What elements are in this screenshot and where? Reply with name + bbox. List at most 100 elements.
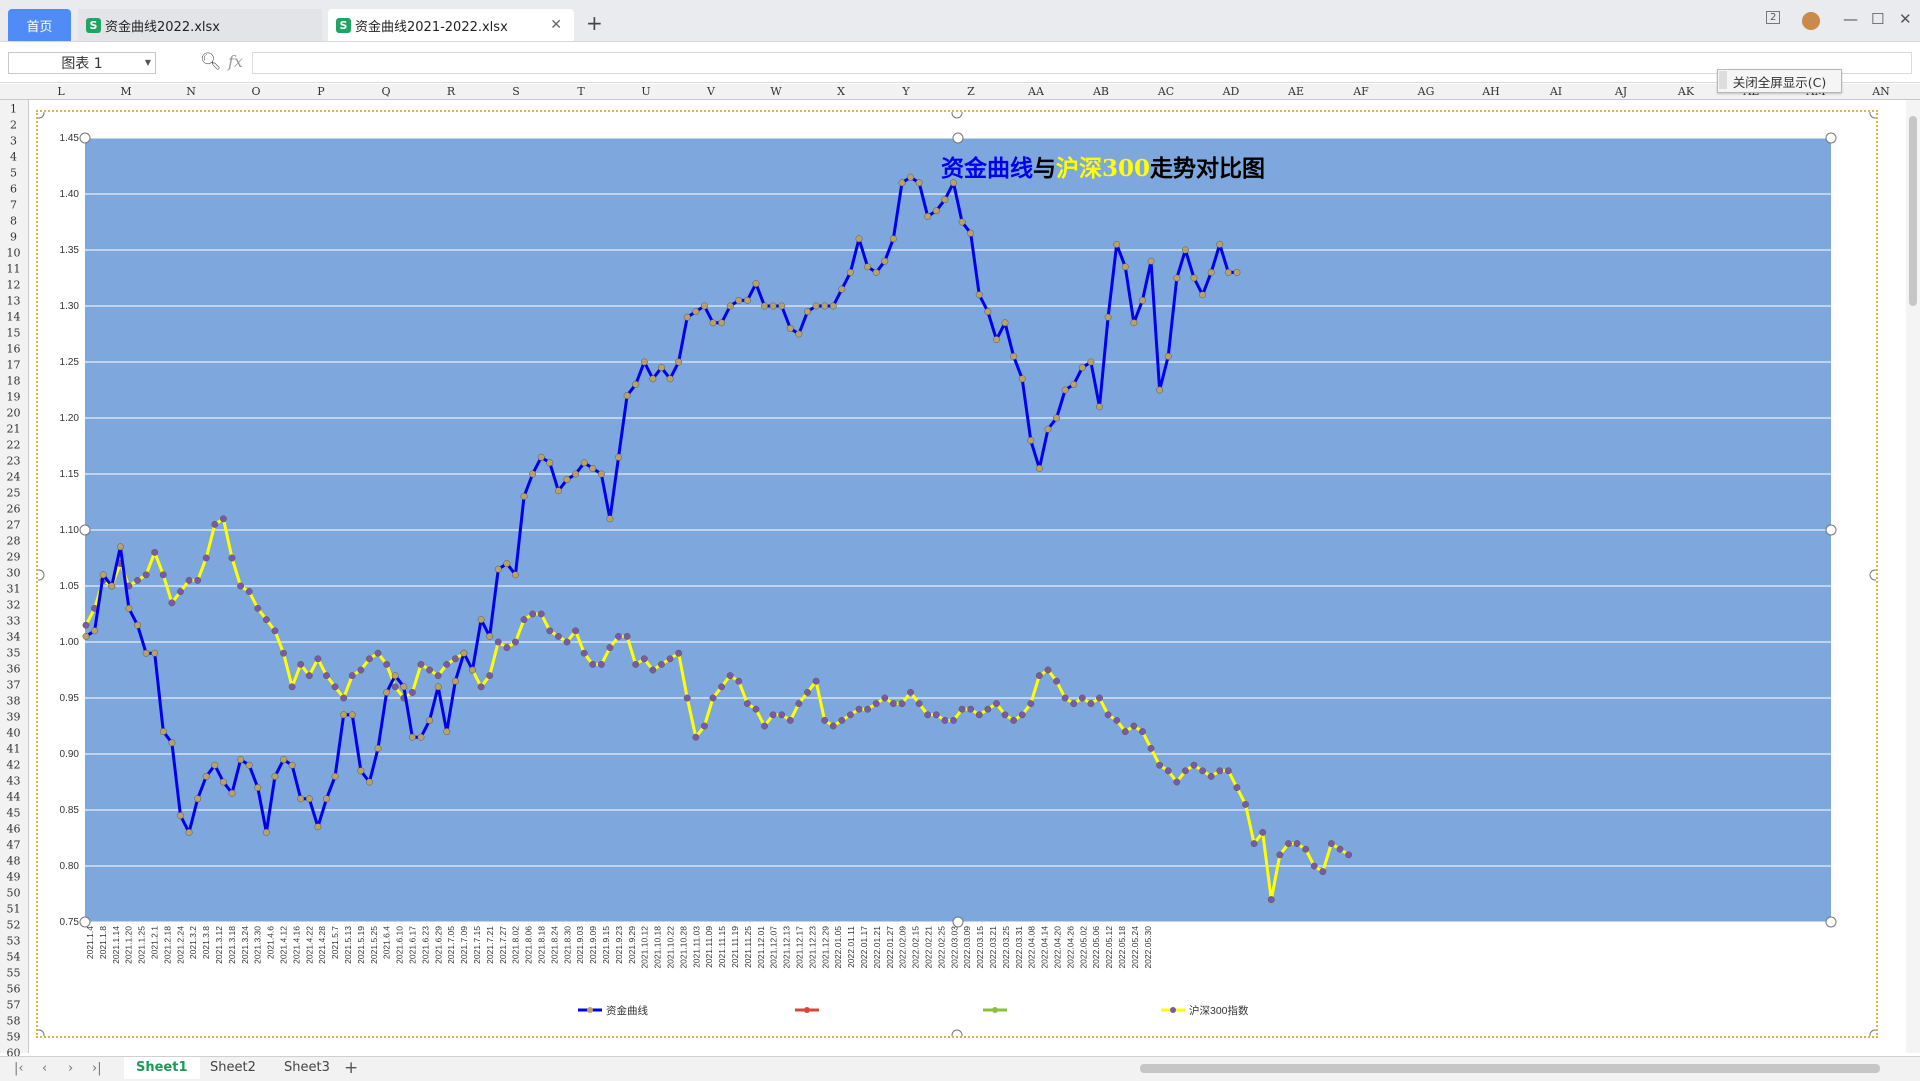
row-header-29[interactable]: 29 — [0, 551, 27, 564]
column-header-AK[interactable]: AK — [1678, 85, 1694, 98]
column-header-Y[interactable]: Y — [902, 85, 909, 98]
column-header-U[interactable]: U — [641, 85, 650, 98]
row-header-59[interactable]: 59 — [0, 1031, 27, 1044]
column-header-Q[interactable]: Q — [381, 85, 390, 98]
column-header-AB[interactable]: AB — [1093, 85, 1109, 98]
row-header-57[interactable]: 57 — [0, 999, 27, 1012]
resize-handle[interactable] — [951, 1029, 963, 1036]
row-header-27[interactable]: 27 — [0, 519, 27, 532]
row-header-17[interactable]: 17 — [0, 359, 27, 372]
column-header-W[interactable]: W — [770, 85, 781, 98]
exit-fullscreen-button[interactable]: 关闭全屏显示(C) — [1717, 69, 1842, 93]
minimize-icon[interactable]: — — [1843, 10, 1858, 28]
zoom-icon[interactable]: 🔍︎ — [200, 52, 222, 72]
drag-handle-icon[interactable] — [1719, 71, 1727, 89]
column-header-P[interactable]: P — [317, 85, 324, 98]
row-header-33[interactable]: 33 — [0, 615, 27, 628]
last-sheet-icon[interactable]: ›| — [92, 1061, 102, 1076]
row-header-41[interactable]: 41 — [0, 743, 27, 756]
row-header-9[interactable]: 9 — [0, 231, 27, 244]
chart-container[interactable]: 1.45 1.40 1.35 1.30 1.25 1.20 1.15 1.10 1.05 1.00… — [36, 110, 1878, 1038]
resize-handle[interactable] — [1869, 569, 1876, 581]
next-sheet-icon[interactable]: › — [68, 1061, 73, 1076]
row-header-37[interactable]: 37 — [0, 679, 27, 692]
resize-handle[interactable] — [38, 112, 45, 119]
plot-resize-handle[interactable] — [79, 916, 91, 928]
row-header-14[interactable]: 14 — [0, 311, 27, 324]
column-header-M[interactable]: M — [120, 85, 131, 98]
avatar[interactable] — [1802, 12, 1820, 30]
column-header-L[interactable]: L — [57, 85, 64, 98]
row-header-42[interactable]: 42 — [0, 759, 27, 772]
column-header-V[interactable]: V — [707, 85, 715, 98]
row-header-18[interactable]: 18 — [0, 375, 27, 388]
resize-handle[interactable] — [1869, 1029, 1876, 1036]
column-header-AJ[interactable]: AJ — [1615, 85, 1627, 98]
resize-handle[interactable] — [1869, 112, 1876, 119]
row-header-51[interactable]: 51 — [0, 903, 27, 916]
column-header-R[interactable]: R — [447, 85, 455, 98]
row-header-48[interactable]: 48 — [0, 855, 27, 868]
plot-resize-handle[interactable] — [1825, 524, 1837, 536]
vertical-scrollbar[interactable] — [1906, 100, 1920, 1053]
row-header-4[interactable]: 4 — [0, 151, 27, 164]
column-header-AN[interactable]: AN — [1872, 85, 1890, 98]
new-tab-button[interactable]: + — [586, 11, 603, 35]
row-header-34[interactable]: 34 — [0, 631, 27, 644]
row-header-32[interactable]: 32 — [0, 599, 27, 612]
prev-sheet-icon[interactable]: ‹ — [42, 1061, 47, 1076]
row-header-21[interactable]: 21 — [0, 423, 27, 436]
row-header-10[interactable]: 10 — [0, 247, 27, 260]
row-header-2[interactable]: 2 — [0, 119, 27, 132]
row-header-49[interactable]: 49 — [0, 871, 27, 884]
column-header-AC[interactable]: AC — [1158, 85, 1174, 98]
column-header-AF[interactable]: AF — [1353, 85, 1369, 98]
row-header-56[interactable]: 56 — [0, 983, 27, 996]
fx-icon[interactable]: fx — [228, 52, 243, 71]
column-header-T[interactable]: T — [577, 85, 584, 98]
column-header-AA[interactable]: AA — [1028, 85, 1044, 98]
scrollbar-thumb[interactable] — [1909, 116, 1917, 306]
column-header-X[interactable]: X — [837, 85, 845, 98]
sheet-tab-2[interactable]: Sheet2 — [210, 1060, 256, 1075]
row-header-8[interactable]: 8 — [0, 215, 27, 228]
column-header-O[interactable]: O — [251, 85, 260, 98]
plot-resize-handle[interactable] — [79, 132, 91, 144]
add-sheet-button[interactable]: + — [344, 1058, 358, 1078]
row-header-13[interactable]: 13 — [0, 295, 27, 308]
name-box[interactable]: 图表 1 ▼ — [8, 52, 156, 74]
row-header-58[interactable]: 58 — [0, 1015, 27, 1028]
resize-handle[interactable] — [38, 1029, 45, 1036]
row-header-19[interactable]: 19 — [0, 391, 27, 404]
row-header-50[interactable]: 50 — [0, 887, 27, 900]
row-header-1[interactable]: 1 — [0, 103, 27, 116]
row-header-28[interactable]: 28 — [0, 535, 27, 548]
row-header-11[interactable]: 11 — [0, 263, 27, 276]
row-header-25[interactable]: 25 — [0, 487, 27, 500]
row-header-16[interactable]: 16 — [0, 343, 27, 356]
layout-icon[interactable]: 2 — [1766, 11, 1781, 24]
row-header-45[interactable]: 45 — [0, 807, 27, 820]
plot-resize-handle[interactable] — [79, 524, 91, 536]
row-header-46[interactable]: 46 — [0, 823, 27, 836]
row-header-36[interactable]: 36 — [0, 663, 27, 676]
column-header-N[interactable]: N — [186, 85, 196, 98]
row-header-44[interactable]: 44 — [0, 791, 27, 804]
row-header-39[interactable]: 39 — [0, 711, 27, 724]
close-tab-icon[interactable]: ✕ — [550, 17, 562, 33]
column-header-AE[interactable]: AE — [1288, 85, 1304, 98]
plot-resize-handle[interactable] — [1825, 916, 1837, 928]
sheet-tab-1[interactable]: Sheet1 — [124, 1057, 200, 1079]
row-header-31[interactable]: 31 — [0, 583, 27, 596]
row-header-52[interactable]: 52 — [0, 919, 27, 932]
column-header-AD[interactable]: AD — [1223, 85, 1240, 98]
close-window-icon[interactable]: ✕ — [1899, 10, 1912, 28]
row-header-6[interactable]: 6 — [0, 183, 27, 196]
row-header-43[interactable]: 43 — [0, 775, 27, 788]
column-header-Z[interactable]: Z — [967, 85, 975, 98]
row-header-7[interactable]: 7 — [0, 199, 27, 212]
row-header-20[interactable]: 20 — [0, 407, 27, 420]
horizontal-scrollbar[interactable] — [1140, 1064, 1880, 1073]
row-header-54[interactable]: 54 — [0, 951, 27, 964]
column-header-AI[interactable]: AI — [1550, 85, 1562, 98]
